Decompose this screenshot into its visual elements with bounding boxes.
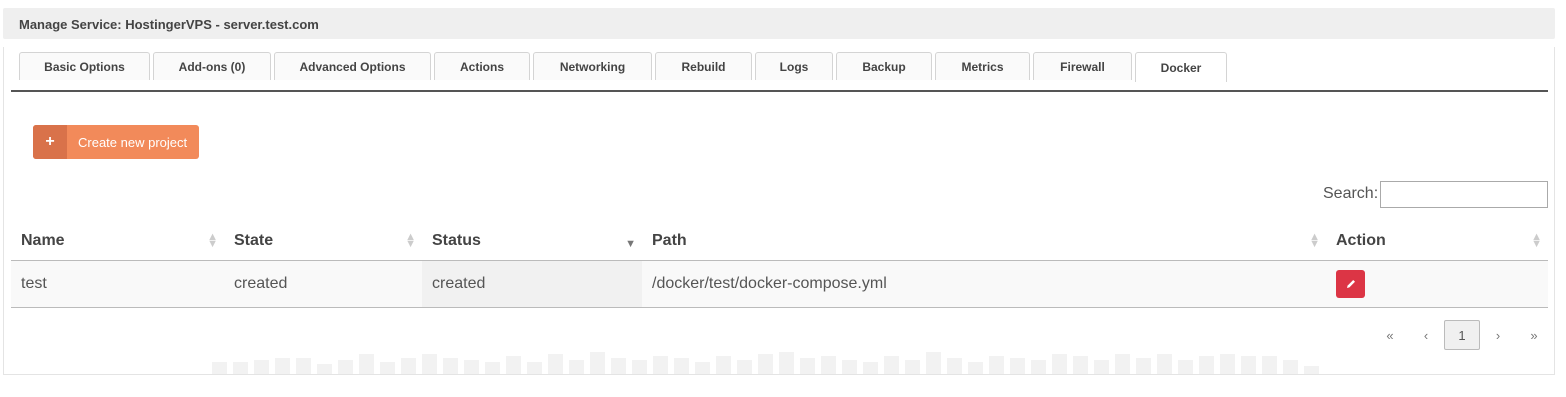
page-1-button[interactable]: 1 bbox=[1444, 320, 1480, 350]
table-header-row: Name ▲ ▼ State ▲ ▼ Status ▼ Path ▲ ▼ Action bbox=[11, 222, 1548, 261]
column-header-label: Action bbox=[1336, 231, 1386, 249]
plus-icon: + bbox=[33, 125, 67, 159]
pencil-icon bbox=[1346, 279, 1355, 288]
column-header-path[interactable]: Path ▲ ▼ bbox=[642, 222, 1326, 261]
first-page-button[interactable]: « bbox=[1372, 320, 1408, 350]
tab-actions[interactable]: Actions bbox=[434, 52, 530, 80]
next-page-button[interactable]: › bbox=[1480, 320, 1516, 350]
sort-desc-icon: ▼ bbox=[625, 238, 636, 250]
tab-add-ons[interactable]: Add-ons (0) bbox=[153, 52, 271, 80]
table-row: test created created /docker/test/docker… bbox=[11, 260, 1548, 308]
panel-header: Manage Service: HostingerVPS - server.te… bbox=[3, 8, 1555, 39]
cell-path: /docker/test/docker-compose.yml bbox=[642, 260, 1326, 308]
tab-docker[interactable]: Docker bbox=[1135, 52, 1227, 82]
edit-button[interactable] bbox=[1336, 269, 1365, 298]
sort-both-icon: ▲ ▼ bbox=[1309, 231, 1320, 250]
tab-logs[interactable]: Logs bbox=[755, 52, 833, 80]
pagination: « ‹ 1 › » bbox=[1372, 320, 1552, 350]
cell-status: created bbox=[422, 260, 642, 308]
tab-metrics[interactable]: Metrics bbox=[935, 52, 1030, 80]
tab-bar: Basic Options Add-ons (0) Advanced Optio… bbox=[19, 52, 1230, 82]
search-input[interactable] bbox=[1380, 181, 1548, 208]
prev-page-button[interactable]: ‹ bbox=[1408, 320, 1444, 350]
create-project-label: Create new project bbox=[78, 134, 188, 150]
tab-firewall[interactable]: Firewall bbox=[1033, 52, 1132, 80]
cell-action bbox=[1326, 260, 1548, 308]
search-label: Search: bbox=[1323, 185, 1379, 202]
sort-both-icon: ▲ ▼ bbox=[405, 231, 416, 250]
projects-table: Name ▲ ▼ State ▲ ▼ Status ▼ Path ▲ ▼ Action bbox=[11, 222, 1548, 308]
tab-advanced-options[interactable]: Advanced Options bbox=[274, 52, 431, 80]
column-header-label: Status bbox=[432, 231, 481, 249]
column-header-label: State bbox=[234, 231, 274, 249]
tab-networking[interactable]: Networking bbox=[533, 52, 652, 80]
cell-state: created bbox=[224, 260, 422, 308]
cell-name: test bbox=[11, 260, 224, 308]
background-watermark bbox=[212, 352, 1325, 374]
column-header-status[interactable]: Status ▼ bbox=[422, 222, 642, 261]
sort-both-icon: ▲ ▼ bbox=[207, 231, 218, 250]
sort-both-icon: ▲ ▼ bbox=[1531, 231, 1542, 250]
last-page-button[interactable]: » bbox=[1516, 320, 1552, 350]
tab-backup[interactable]: Backup bbox=[836, 52, 932, 80]
page-title: Manage Service: HostingerVPS - server.te… bbox=[19, 17, 319, 32]
create-project-button[interactable]: + Create new project bbox=[33, 125, 199, 159]
tabs-divider bbox=[11, 90, 1548, 92]
column-header-label: Path bbox=[652, 231, 687, 249]
tab-basic-options[interactable]: Basic Options bbox=[19, 52, 150, 80]
column-header-label: Name bbox=[21, 231, 65, 249]
column-header-state[interactable]: State ▲ ▼ bbox=[224, 222, 422, 261]
tab-rebuild[interactable]: Rebuild bbox=[655, 52, 752, 80]
column-header-action[interactable]: Action ▲ ▼ bbox=[1326, 222, 1548, 261]
panel-body: Basic Options Add-ons (0) Advanced Optio… bbox=[3, 47, 1555, 375]
column-header-name[interactable]: Name ▲ ▼ bbox=[11, 222, 224, 261]
